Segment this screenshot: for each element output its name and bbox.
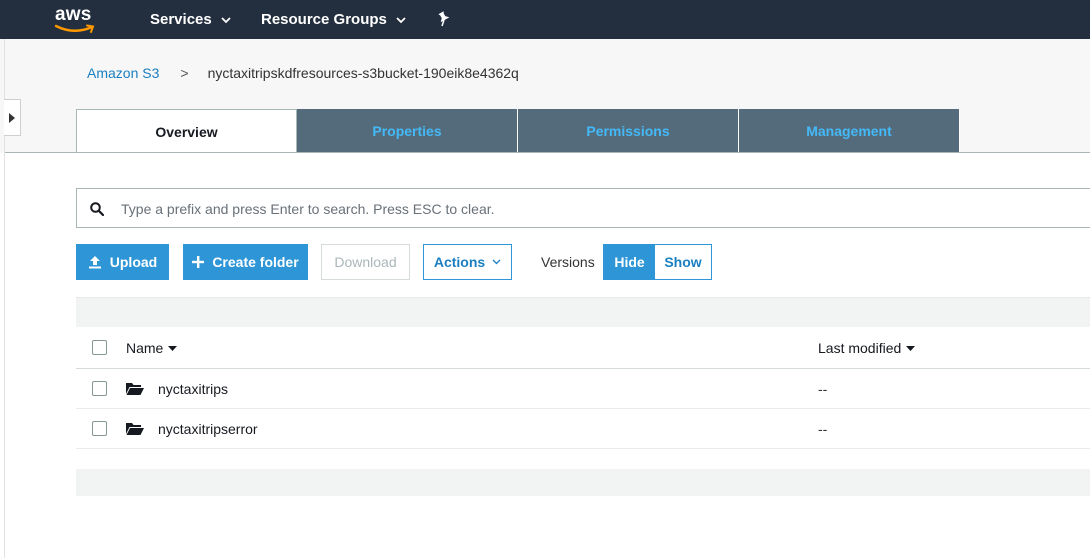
breadcrumb: Amazon S3 > nyctaxitripskdfresources-s3b… bbox=[87, 65, 519, 81]
table-header-row: Name Last modified bbox=[76, 327, 1090, 369]
sort-caret-icon bbox=[168, 345, 178, 351]
tab-overview[interactable]: Overview bbox=[76, 109, 297, 153]
side-panel-toggle[interactable] bbox=[4, 99, 21, 136]
services-label: Services bbox=[150, 11, 212, 28]
folder-name-link[interactable]: nyctaxitripserror bbox=[158, 421, 258, 437]
folder-icon bbox=[126, 422, 144, 440]
search-box bbox=[76, 188, 1090, 228]
select-all-checkbox[interactable] bbox=[92, 340, 107, 355]
last-modified-column-header[interactable]: Last modified bbox=[818, 340, 916, 356]
chevron-down-icon bbox=[396, 11, 406, 28]
create-folder-button[interactable]: Create folder bbox=[183, 244, 308, 280]
versions-toggle: Hide Show bbox=[603, 244, 712, 280]
search-icon bbox=[90, 202, 105, 221]
folder-name-link[interactable]: nyctaxitrips bbox=[158, 381, 228, 397]
upload-button[interactable]: Upload bbox=[76, 244, 169, 280]
plus-icon bbox=[192, 256, 205, 268]
name-column-header[interactable]: Name bbox=[126, 340, 178, 356]
resource-groups-menu[interactable]: Resource Groups bbox=[261, 11, 406, 28]
chevron-down-icon bbox=[492, 259, 501, 265]
aws-logo-text: aws bbox=[55, 4, 92, 25]
tab-bar: Overview Properties Permissions Manageme… bbox=[76, 109, 960, 153]
last-modified-value: -- bbox=[818, 381, 828, 397]
name-column-label: Name bbox=[126, 340, 164, 356]
row-checkbox[interactable] bbox=[92, 381, 107, 396]
search-input[interactable] bbox=[121, 198, 1021, 220]
row-checkbox[interactable] bbox=[92, 421, 107, 436]
show-versions-button[interactable]: Show bbox=[655, 245, 711, 279]
aws-smile-icon bbox=[54, 24, 95, 33]
breadcrumb-separator: > bbox=[180, 65, 189, 81]
breadcrumb-amazon-s3-link[interactable]: Amazon S3 bbox=[87, 65, 159, 81]
expand-arrow-icon bbox=[9, 113, 15, 123]
upload-icon bbox=[88, 255, 102, 269]
tab-underline bbox=[5, 152, 1090, 153]
breadcrumb-bucket-name: nyctaxitripskdfresources-s3bucket-190eik… bbox=[207, 65, 519, 81]
table-row[interactable]: nyctaxitripserror -- bbox=[76, 409, 1090, 449]
tab-management[interactable]: Management bbox=[739, 109, 960, 152]
table-top-bar bbox=[76, 297, 1090, 327]
top-nav-bar: aws Services Resource Groups bbox=[0, 0, 1090, 39]
hide-versions-button[interactable]: Hide bbox=[604, 245, 655, 279]
resource-groups-label: Resource Groups bbox=[261, 11, 387, 28]
last-modified-value: -- bbox=[818, 421, 828, 437]
tab-properties[interactable]: Properties bbox=[297, 109, 518, 152]
table-bottom-bar bbox=[76, 469, 1090, 496]
pin-icon[interactable] bbox=[437, 11, 451, 32]
table-row[interactable]: nyctaxitrips -- bbox=[76, 369, 1090, 409]
actions-dropdown[interactable]: Actions bbox=[423, 244, 512, 280]
aws-logo[interactable]: aws bbox=[52, 4, 100, 34]
folder-icon bbox=[126, 382, 144, 400]
tab-permissions[interactable]: Permissions bbox=[518, 109, 739, 152]
actions-label: Actions bbox=[433, 254, 486, 270]
versions-label: Versions bbox=[541, 254, 595, 270]
create-folder-label: Create folder bbox=[212, 254, 299, 270]
download-button[interactable]: Download bbox=[321, 244, 410, 280]
chevron-down-icon bbox=[221, 11, 231, 28]
sort-caret-icon bbox=[906, 345, 916, 351]
upload-label: Upload bbox=[109, 254, 158, 270]
last-modified-column-label: Last modified bbox=[818, 340, 902, 356]
services-menu[interactable]: Services bbox=[150, 11, 231, 28]
